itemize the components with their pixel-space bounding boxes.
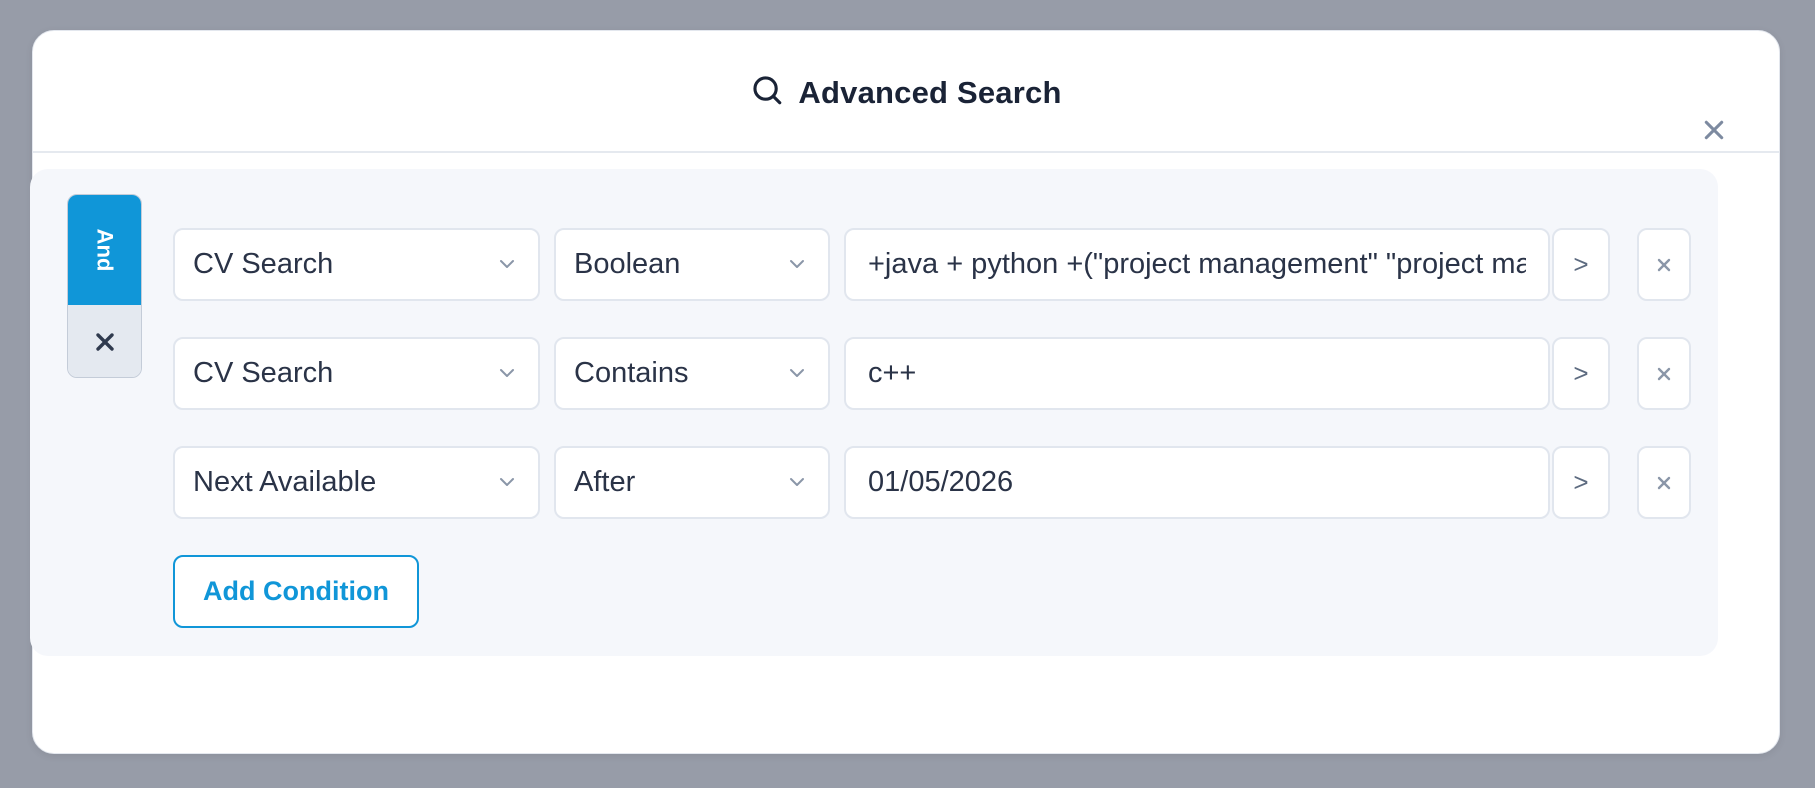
close-icon xyxy=(1657,258,1671,271)
modal-header: Advanced Search xyxy=(33,31,1779,153)
field-select[interactable]: CV Search xyxy=(173,337,540,410)
operator-select-value: Boolean xyxy=(574,248,681,280)
title-wrap: Advanced Search xyxy=(33,73,1779,112)
close-icon xyxy=(1657,476,1671,489)
chevron-down-icon xyxy=(790,478,804,486)
remove-condition-button[interactable] xyxy=(1637,337,1691,410)
chevron-down-icon xyxy=(790,369,804,377)
expand-button[interactable]: > xyxy=(1552,228,1610,301)
remove-condition-button[interactable] xyxy=(1637,446,1691,519)
condition-value-input[interactable] xyxy=(844,337,1550,410)
field-select-value: CV Search xyxy=(193,248,334,280)
modal-title: Advanced Search xyxy=(798,74,1062,110)
operator-select-value: After xyxy=(574,466,636,498)
remove-condition-button[interactable] xyxy=(1637,228,1691,301)
operator-select[interactable]: Contains xyxy=(554,337,830,410)
chevron-down-icon xyxy=(500,260,514,268)
expand-button[interactable]: > xyxy=(1552,337,1610,410)
condition-row: Next Available After > xyxy=(0,446,1815,519)
chevron-down-icon xyxy=(500,369,514,377)
search-icon xyxy=(750,73,784,112)
field-select-value: CV Search xyxy=(193,357,334,389)
close-icon xyxy=(1657,367,1671,380)
chevron-down-icon xyxy=(790,260,804,268)
expand-button[interactable]: > xyxy=(1552,446,1610,519)
condition-value-input[interactable] xyxy=(844,446,1550,519)
operator-select-value: Contains xyxy=(574,357,689,389)
operator-select[interactable]: Boolean xyxy=(554,228,830,301)
close-icon xyxy=(1704,120,1724,140)
close-modal-button[interactable] xyxy=(1699,115,1729,145)
field-select[interactable]: Next Available xyxy=(173,446,540,519)
condition-row: CV Search Boolean > xyxy=(0,228,1815,301)
field-select[interactable]: CV Search xyxy=(173,228,540,301)
operator-select[interactable]: After xyxy=(554,446,830,519)
condition-value-input[interactable] xyxy=(844,228,1550,301)
condition-row: CV Search Contains > xyxy=(0,337,1815,410)
field-select-value: Next Available xyxy=(193,466,377,498)
add-condition-button[interactable]: Add Condition xyxy=(173,555,419,628)
chevron-down-icon xyxy=(500,478,514,486)
